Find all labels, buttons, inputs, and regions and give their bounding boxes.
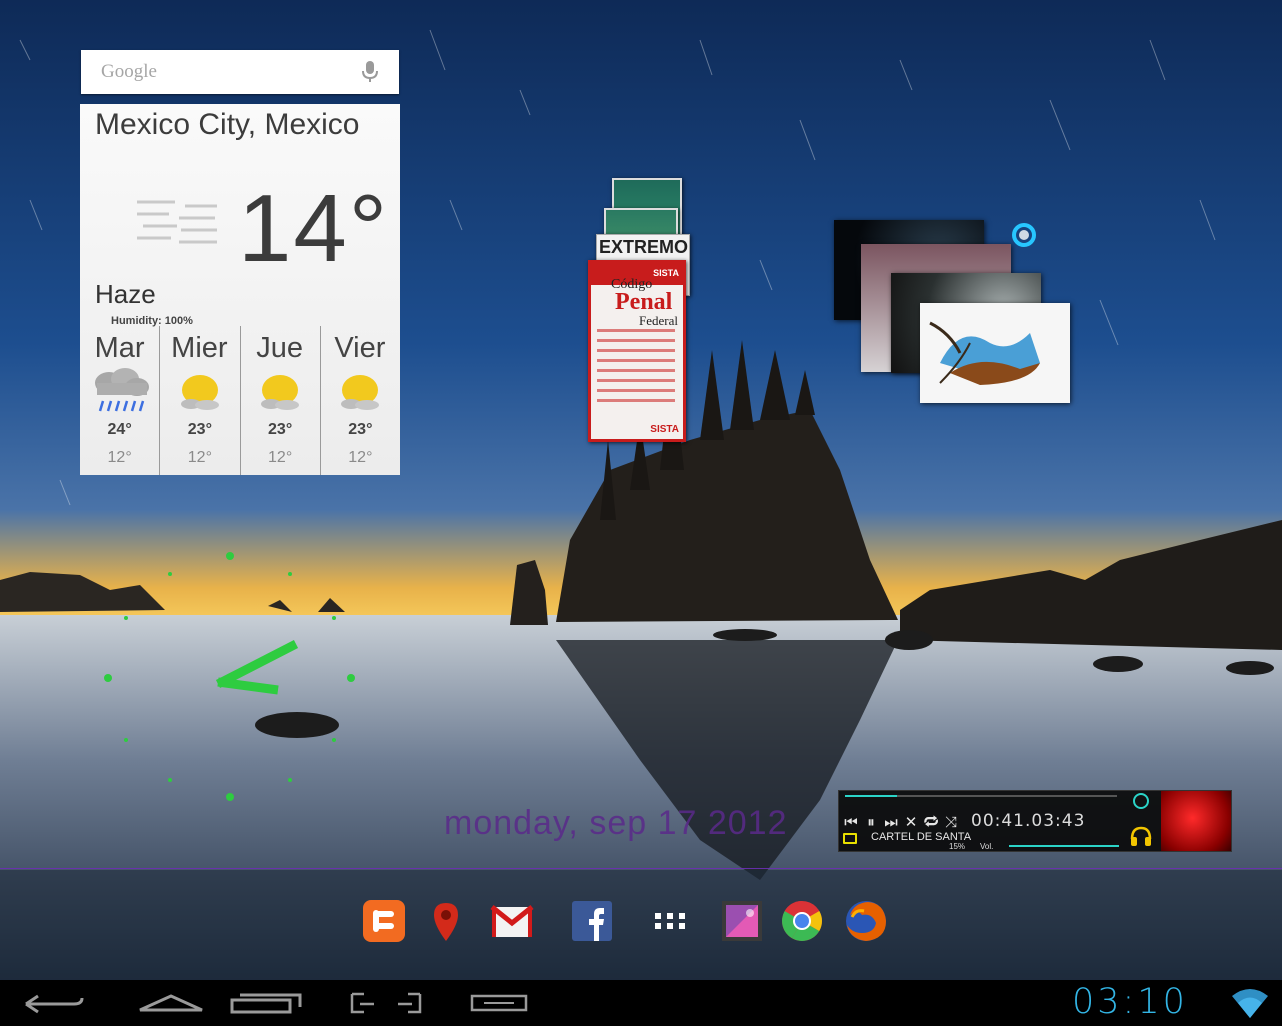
photo-stack-widget[interactable] xyxy=(834,220,1074,406)
screen-expand-icon[interactable] xyxy=(350,990,422,1016)
app-drawer-icon[interactable] xyxy=(648,899,692,943)
firefox-icon[interactable] xyxy=(844,899,888,943)
forecast-low: 12° xyxy=(348,449,373,466)
facebook-icon[interactable] xyxy=(570,899,614,943)
sun-icon xyxy=(180,375,219,410)
book-sista-top: SISTA xyxy=(653,268,679,278)
book-publisher: SISTA xyxy=(650,424,679,435)
forecast-day: Vier 23° 12° xyxy=(319,326,400,475)
forecast-day-name: Jue xyxy=(256,332,303,364)
forecast-high: 23° xyxy=(268,421,293,438)
weather-condition: Haze xyxy=(95,279,156,309)
clock-dot xyxy=(168,572,172,576)
menu-icon[interactable] xyxy=(470,990,528,1016)
weather-widget[interactable]: Mexico City, Mexico 14° Haze Humidity: 1… xyxy=(80,104,400,475)
blogger-icon[interactable] xyxy=(362,899,406,943)
clock-dot xyxy=(124,616,128,620)
haze-icon xyxy=(137,200,217,244)
track-time: 00:41.03:43 xyxy=(971,811,1086,831)
album-art[interactable] xyxy=(1161,791,1231,851)
book-title-line2: Penal xyxy=(615,289,673,315)
forecast-low: 12° xyxy=(187,449,212,466)
home-icon[interactable] xyxy=(136,990,206,1016)
next-icon[interactable]: ⏭ xyxy=(881,813,901,831)
track-progress-bar[interactable] xyxy=(845,795,1117,797)
forecast-high: 24° xyxy=(107,421,132,438)
clock-dot xyxy=(226,793,234,801)
microphone-icon[interactable] xyxy=(361,60,379,84)
recent-apps-icon[interactable] xyxy=(230,990,302,1016)
clock-hour-hand xyxy=(217,677,279,695)
gmail-icon[interactable] xyxy=(490,899,534,943)
music-player-widget[interactable]: ⏮ ⏸ ⏭ ✕ 🔁︎ ⤨ 00:41.03:43 CARTEL DE SANTA 15% … xyxy=(838,790,1232,852)
forecast-row: Mar 24° 12° Mier 23° 12° Jue 23° 12° Vie… xyxy=(80,326,400,475)
forecast-low: 12° xyxy=(107,449,132,466)
photo-sneaker-art xyxy=(929,321,1040,385)
clock-dot xyxy=(332,616,336,620)
photo-widget-app-icon[interactable] xyxy=(1011,222,1037,248)
chrome-icon[interactable] xyxy=(780,899,824,943)
google-search-bar[interactable]: Google xyxy=(81,50,399,94)
shuffle-icon[interactable]: ⤨ xyxy=(941,813,961,831)
repeat-icon[interactable]: 🔁︎ xyxy=(921,811,941,833)
playback-controls: ⏮ ⏸ ⏭ ✕ 🔁︎ ⤨ xyxy=(841,811,961,833)
volume-percent: 15% xyxy=(949,842,966,851)
current-temperature: 14° xyxy=(238,175,390,282)
clock-minute-hand xyxy=(215,639,299,689)
google-logo: Google xyxy=(101,61,157,82)
clock-dot xyxy=(104,674,112,682)
clock-dot xyxy=(347,674,355,682)
forecast-day: Mier 23° 12° xyxy=(159,326,239,475)
date-text: monday, sep 17 2012 xyxy=(444,804,788,842)
forecast-low: 12° xyxy=(268,449,293,466)
weather-city: Mexico City, Mexico xyxy=(95,108,360,141)
divider-line xyxy=(0,868,1282,869)
clock-dot xyxy=(288,572,292,576)
forecast-day-name: Mar xyxy=(94,332,145,364)
clock-dot xyxy=(226,552,234,560)
sun-icon xyxy=(261,375,300,410)
wifi-icon xyxy=(1232,989,1268,1018)
folder-icon[interactable] xyxy=(843,833,857,844)
forecast-day-name: Vier xyxy=(334,332,386,364)
book-title-line3: Federal xyxy=(639,313,678,328)
close-icon[interactable]: ✕ xyxy=(901,813,921,831)
track-progress-fill xyxy=(845,795,897,797)
rain-cloud-icon xyxy=(94,368,149,412)
prev-icon[interactable]: ⏮ xyxy=(841,813,861,831)
app-dock xyxy=(360,899,900,947)
maps-icon[interactable] xyxy=(424,899,468,943)
clock-dot xyxy=(332,738,336,742)
photo-thumb[interactable] xyxy=(920,303,1070,403)
clock-dot xyxy=(288,778,292,782)
forecast-high: 23° xyxy=(348,421,373,438)
forecast-day-name: Mier xyxy=(171,332,228,364)
sun-icon xyxy=(341,375,380,410)
volume-slider[interactable] xyxy=(1009,845,1119,847)
book-stack-widget[interactable]: EXTREMO SISTA Código Penal Federal SISTA xyxy=(588,178,690,442)
headphones-icon[interactable] xyxy=(1129,825,1153,847)
forecast-high: 23° xyxy=(187,421,212,438)
clock-dot xyxy=(168,778,172,782)
back-icon[interactable] xyxy=(22,990,86,1016)
pause-icon[interactable]: ⏸ xyxy=(861,813,881,831)
clock-dot xyxy=(124,738,128,742)
analog-clock-widget[interactable] xyxy=(100,548,360,808)
forecast-day: Mar 24° 12° xyxy=(80,326,159,475)
book-extremo-label: EXTREMO xyxy=(599,237,689,257)
forecast-day: Jue 23° 12° xyxy=(239,326,320,475)
status-clock: 03:10 xyxy=(1072,982,1188,1022)
gallery-icon[interactable] xyxy=(720,899,764,943)
timer-icon[interactable] xyxy=(1133,793,1149,809)
volume-label: Vol. xyxy=(980,842,994,851)
book-cover-front[interactable]: SISTA Código Penal Federal SISTA xyxy=(588,260,686,442)
